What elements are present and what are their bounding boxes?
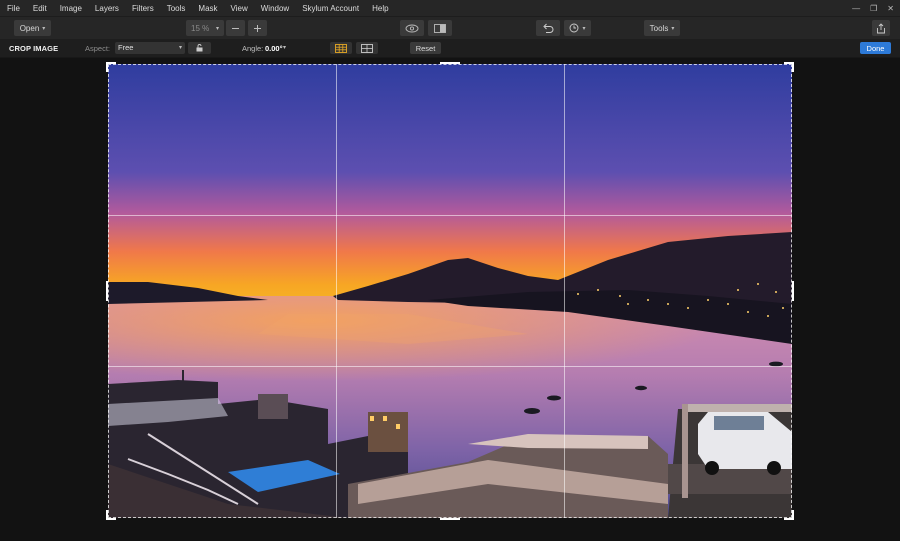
crop-handle-top-left[interactable]: [106, 62, 108, 72]
aspect-select[interactable]: Free ▾: [115, 42, 185, 54]
grid-line-vertical: [564, 64, 565, 518]
menu-window[interactable]: Window: [255, 4, 296, 13]
menu-view[interactable]: View: [225, 4, 255, 13]
open-label: Open: [19, 23, 40, 33]
chevron-down-icon: ▾: [671, 25, 675, 32]
undo-icon: [543, 23, 554, 33]
aspect-value: Free: [118, 43, 134, 52]
plus-icon: [254, 24, 261, 32]
menu-help[interactable]: Help: [366, 4, 395, 13]
toolbar: Open ▾ 15 % ▾ ▾ Tools ▾: [0, 16, 900, 39]
grid-quarters-button[interactable]: [356, 42, 378, 54]
menu-filters[interactable]: Filters: [126, 4, 161, 13]
crop-options-bar: CROP IMAGE Aspect: Free ▾ Angle: 0.00° ▾…: [0, 39, 900, 58]
eye-icon: [405, 24, 419, 32]
grid-line-horizontal: [108, 366, 792, 367]
menu-image[interactable]: Image: [54, 4, 89, 13]
menu-layers[interactable]: Layers: [89, 4, 126, 13]
zoom-value: 15 %: [191, 23, 210, 33]
grid-thirds-icon: [335, 43, 347, 53]
zoom-out-button[interactable]: [226, 20, 245, 36]
aspect-label: Aspect:: [85, 44, 111, 53]
menu-tools[interactable]: Tools: [161, 4, 193, 13]
aspect-lock-button[interactable]: [188, 42, 211, 54]
crop-handle-bottom[interactable]: [440, 518, 460, 520]
crop-handle-bottom-right[interactable]: [792, 510, 794, 520]
image-canvas[interactable]: [0, 58, 900, 541]
menu-edit[interactable]: Edit: [27, 4, 54, 13]
share-icon: [877, 22, 885, 33]
crop-title: CROP IMAGE: [9, 44, 59, 53]
open-button[interactable]: Open ▾: [14, 20, 51, 36]
angle-value[interactable]: 0.00°: [265, 44, 283, 53]
grid-line-horizontal: [108, 215, 792, 216]
zoom-in-button[interactable]: [248, 20, 267, 36]
minus-icon: [232, 27, 239, 29]
tools-label: Tools: [649, 23, 669, 33]
chevron-down-icon: ▾: [582, 25, 586, 32]
menu-skylum-account[interactable]: Skylum Account: [296, 4, 366, 13]
tools-button[interactable]: Tools ▾: [644, 20, 680, 36]
crop-handle-left[interactable]: [106, 281, 108, 301]
clock-icon: [570, 23, 579, 33]
photo-image[interactable]: [108, 64, 792, 518]
crop-handle-bottom-left[interactable]: [106, 510, 108, 520]
close-icon[interactable]: ✕: [887, 4, 894, 13]
split-view-icon: [434, 23, 446, 33]
minimize-icon[interactable]: —: [852, 4, 860, 13]
chevron-down-icon: ▾: [178, 45, 182, 51]
crop-handle-top-right[interactable]: [792, 62, 794, 72]
chevron-down-icon: ▾: [215, 25, 219, 32]
history-button[interactable]: ▾: [564, 20, 591, 36]
chevron-down-icon[interactable]: ▾: [283, 44, 286, 51]
reset-button[interactable]: Reset: [410, 42, 441, 54]
grid-quarters-icon: [361, 43, 373, 53]
menu-bar: File Edit Image Layers Filters Tools Mas…: [0, 0, 900, 16]
grid-thirds-button[interactable]: [330, 42, 352, 54]
grid-line-vertical: [336, 64, 337, 518]
crop-handle-top[interactable]: [440, 62, 460, 64]
undo-button[interactable]: [536, 20, 560, 36]
menu-file[interactable]: File: [0, 4, 27, 13]
chevron-down-icon: ▾: [42, 25, 46, 32]
window-controls: — ❐ ✕: [852, 0, 894, 16]
sunset-bay-photo: [108, 64, 792, 518]
compare-button[interactable]: [428, 20, 452, 36]
share-button[interactable]: [872, 20, 890, 36]
crop-handle-right[interactable]: [792, 281, 794, 301]
preview-button[interactable]: [400, 20, 424, 36]
restore-icon[interactable]: ❐: [870, 4, 877, 13]
angle-label: Angle:: [242, 44, 264, 53]
unlock-icon: [196, 44, 203, 52]
zoom-select[interactable]: 15 % ▾: [186, 20, 224, 36]
done-button[interactable]: Done: [860, 42, 891, 54]
menu-mask[interactable]: Mask: [192, 4, 224, 13]
